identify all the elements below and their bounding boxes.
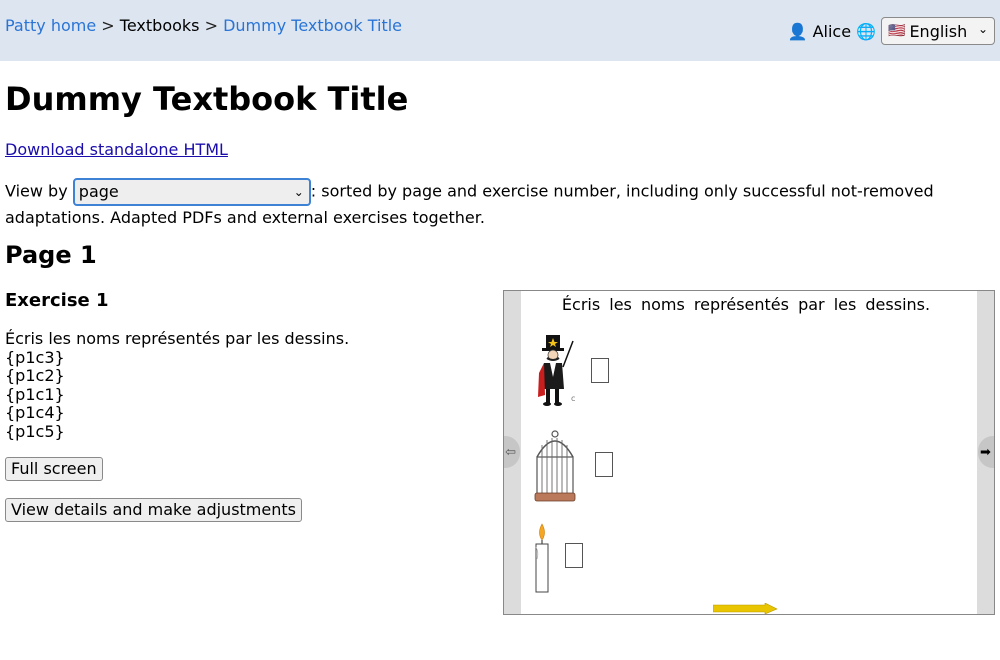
globe-icon: 🌐 [856, 21, 876, 41]
full-screen-button[interactable]: Full screen [5, 457, 103, 481]
view-by-row: View by page ⌄ : sorted by page and exer… [5, 178, 990, 230]
view-by-select[interactable]: page ⌄ [72, 178, 311, 206]
exercise-instruction: Écris les noms représentés par les dessi… [5, 329, 350, 348]
preview-sheet: Écris les noms représentés par les dessi… [521, 291, 977, 614]
exercise-item: {p1c5} [5, 421, 65, 441]
preview-instruction: Écris les noms représentés par les dessi… [561, 295, 931, 314]
breadcrumb-separator: > [204, 16, 218, 35]
view-details-button[interactable]: View details and make adjustments [5, 498, 302, 522]
user-icon: 👤 [787, 21, 808, 41]
exercise-item: {p1c4} [5, 403, 65, 422]
answer-box[interactable] [565, 543, 583, 568]
user-name: Alice [812, 21, 852, 41]
breadcrumb-current-link[interactable]: Dummy Textbook Title [223, 16, 402, 35]
chevron-down-icon: ⌄ [977, 22, 988, 36]
birdcage-picture [534, 430, 576, 502]
language-selected: English [909, 21, 968, 41]
breadcrumb: Patty home > Textbooks > Dummy Textbook … [5, 16, 402, 35]
exercise-preview: Écris les noms représentés par les dessi… [503, 290, 995, 615]
next-arrow-icon [713, 603, 778, 614]
exercise-item: {p1c2} [5, 366, 65, 385]
exercise-item: {p1c3} [5, 347, 65, 367]
breadcrumb-separator: > [101, 16, 115, 35]
exercise-heading: Exercise 1 [5, 290, 109, 311]
candle-picture [535, 523, 549, 593]
svg-text:c: c [571, 394, 575, 403]
view-by-selected: page [78, 182, 119, 201]
exercise-text: Écris les noms représentés par les dessi… [5, 329, 350, 441]
breadcrumb-home-link[interactable]: Patty home [5, 16, 96, 35]
arrow-right-icon[interactable]: ➡ [978, 436, 994, 468]
arrow-left-icon[interactable]: ⇦ [504, 436, 520, 468]
top-bar: Patty home > Textbooks > Dummy Textbook … [0, 0, 1000, 61]
magician-picture: c [538, 335, 575, 406]
page-heading: Page 1 [5, 241, 97, 269]
exercise-item: {p1c1} [5, 384, 65, 404]
download-html-link[interactable]: Download standalone HTML [5, 140, 228, 159]
answer-box[interactable] [591, 358, 609, 383]
view-by-label: View by [5, 181, 68, 201]
chevron-down-icon: ⌄ [293, 185, 304, 199]
us-flag-icon: 🇺🇸 [888, 23, 906, 39]
page-title: Dummy Textbook Title [5, 80, 409, 118]
breadcrumb-textbooks: Textbooks [119, 16, 200, 35]
answer-box[interactable] [595, 452, 613, 477]
language-select[interactable]: 🇺🇸 English ⌄ [881, 17, 995, 45]
user-area: 👤 Alice 🌐 🇺🇸 English ⌄ [788, 17, 995, 45]
